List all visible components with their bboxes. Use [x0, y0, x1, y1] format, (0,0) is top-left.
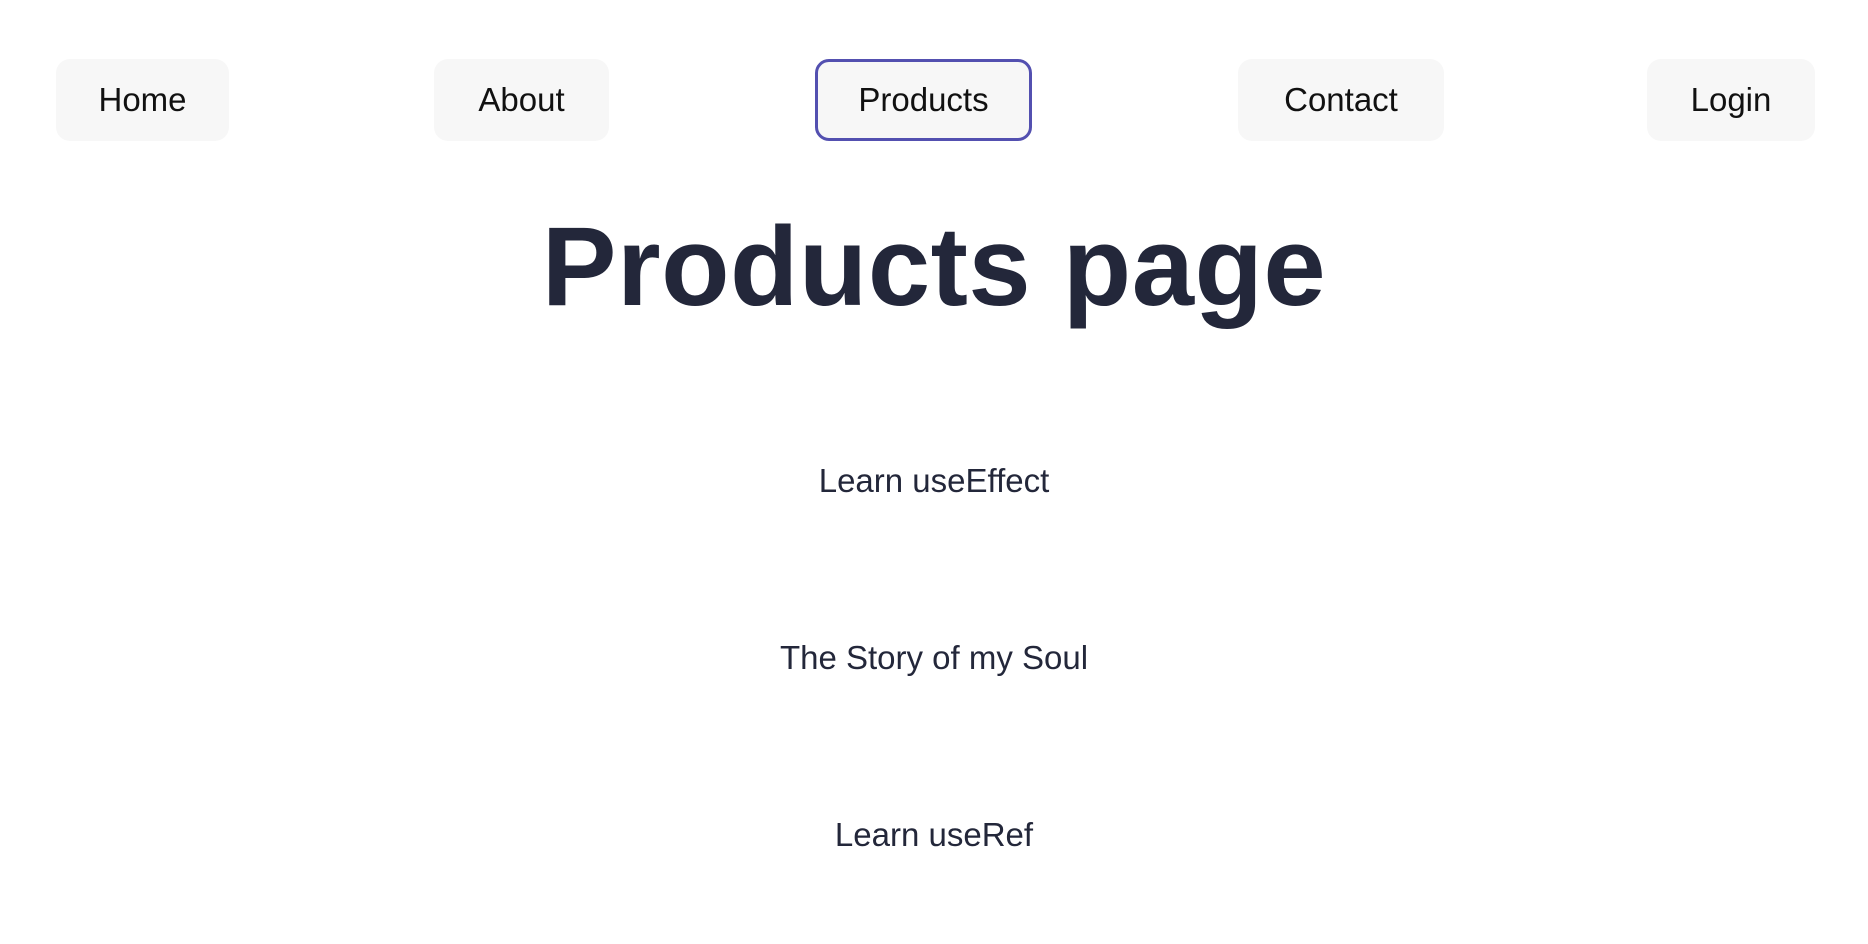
product-list: Learn useEffect The Story of my Soul Lea… [0, 0, 1868, 944]
app-root: Home About Products Contact Login Produc… [0, 0, 1868, 944]
product-item: Learn useRef [834, 816, 1034, 853]
product-item: The Story of my Soul [779, 639, 1089, 676]
product-item: Learn useEffect [818, 462, 1050, 499]
